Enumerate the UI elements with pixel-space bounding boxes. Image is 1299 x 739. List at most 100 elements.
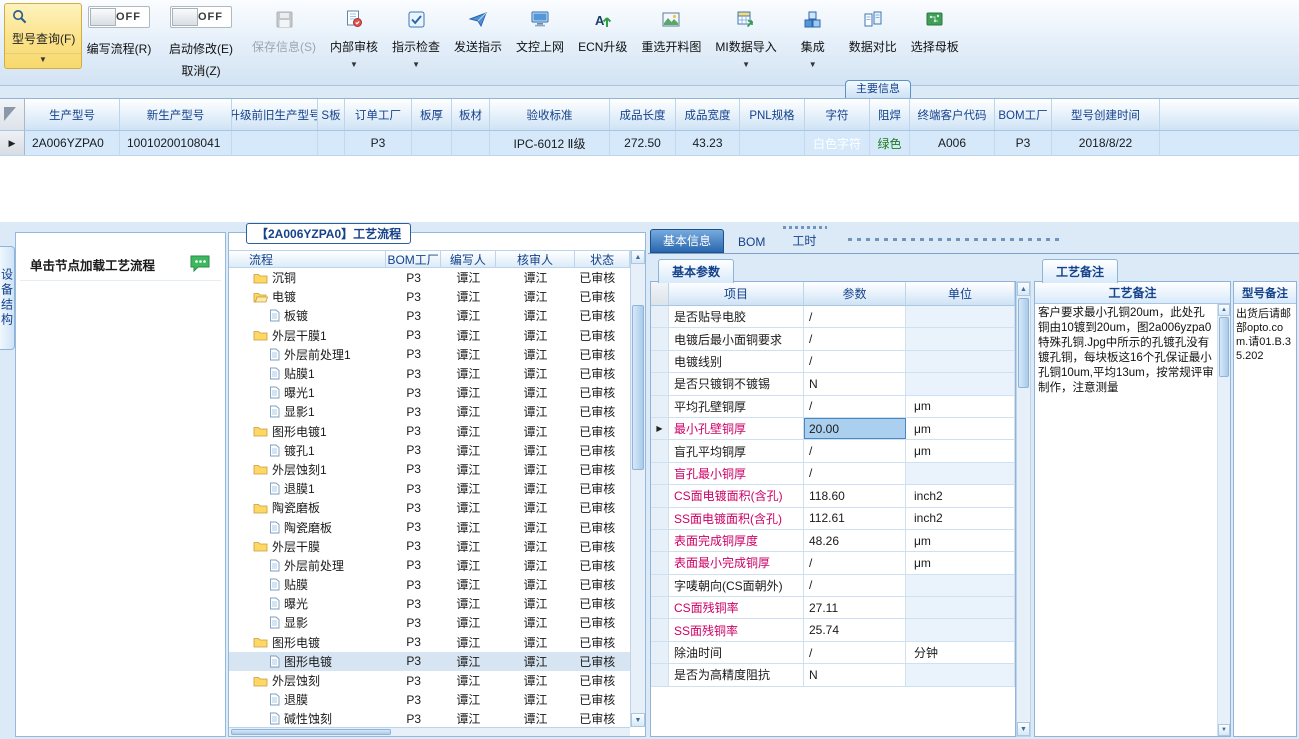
grid-column-header[interactable]: 阻焊 (870, 99, 910, 130)
param-value-cell[interactable]: / (804, 574, 906, 597)
param-row[interactable]: SS面电镀面积(含孔) 112.61 inch2 (651, 507, 1015, 530)
flow-column-header[interactable]: 编写人 (441, 251, 496, 267)
param-row-selector[interactable] (651, 507, 669, 529)
grid-cell[interactable]: 绿色 (870, 131, 910, 155)
scroll-down-icon[interactable]: ▼ (1017, 722, 1030, 736)
toolbar-button-1[interactable]: 保存信息(S) (245, 0, 323, 55)
flow-tree-row[interactable]: 陶瓷磨板 P3 谭江 谭江 已审核 (229, 498, 630, 517)
grid-column-header[interactable]: 成品宽度 (676, 99, 740, 130)
flow-tree-node[interactable]: 图形电镀 (229, 653, 386, 670)
cancel-label[interactable]: 取消(Z) (162, 62, 240, 79)
flow-tree-row[interactable]: 显影 P3 谭江 谭江 已审核 (229, 613, 630, 632)
param-row[interactable]: SS面残铜率 25.74 (651, 619, 1015, 642)
param-value-cell[interactable]: 27.11 (804, 597, 906, 619)
param-row-selector[interactable] (651, 440, 669, 462)
params-column-header[interactable]: 项目 (669, 282, 804, 305)
scrollbar-thumb[interactable] (1018, 298, 1029, 388)
flow-tree-row[interactable]: 显影1 P3 谭江 谭江 已审核 (229, 402, 630, 421)
grid-column-header[interactable]: 成品长度 (610, 99, 676, 130)
grid-cell[interactable] (232, 131, 318, 155)
param-value-cell[interactable]: / (804, 306, 906, 328)
param-value-cell[interactable]: 112.61 (804, 507, 906, 529)
scroll-down-icon[interactable]: ▼ (631, 713, 645, 727)
flow-tree-node[interactable]: 外层前处理 (229, 557, 386, 574)
flow-tree-row[interactable]: 贴膜 P3 谭江 谭江 已审核 (229, 575, 630, 594)
flow-tree-row[interactable]: 沉铜 P3 谭江 谭江 已审核 (229, 268, 630, 287)
flow-tree-node[interactable]: 曝光 (229, 595, 386, 612)
param-row-selector[interactable] (651, 328, 669, 350)
param-row[interactable]: 表面完成铜厚度 48.26 μm (651, 529, 1015, 553)
param-row[interactable]: CS面电镀面积(含孔) 118.60 inch2 (651, 485, 1015, 508)
param-row[interactable]: 字唛朝向(CS面朝外) / (651, 574, 1015, 598)
model-query-button[interactable]: 型号查询(F) ▼ (4, 3, 82, 69)
flow-tree-node[interactable]: 外层蚀刻1 (229, 461, 386, 478)
flow-vertical-scrollbar[interactable]: ▲ ▼ (630, 250, 645, 727)
toolbar-button-8[interactable]: MI数据导入 ▼ (708, 0, 783, 69)
flow-tree-node[interactable]: 板镀 (229, 307, 386, 324)
flow-tree-node[interactable]: 外层干膜 (229, 538, 386, 555)
grid-column-header[interactable]: 升级前旧生产型号 (232, 99, 318, 130)
param-row[interactable]: ▶ 最小孔壁铜厚 20.00 μm (651, 417, 1015, 441)
grid-row-selector[interactable]: ▶ (0, 131, 25, 155)
tab-basic-params[interactable]: 基本参数 (658, 259, 735, 283)
flow-tree-node[interactable]: 电镀 (229, 288, 386, 305)
param-row[interactable]: 是否只镀铜不镀锡 N (651, 373, 1015, 396)
param-value-cell[interactable]: 48.26 (804, 529, 906, 552)
param-row-selector[interactable] (651, 597, 669, 619)
param-row[interactable]: 平均孔壁铜厚 / μm (651, 395, 1015, 418)
param-row-selector[interactable] (651, 529, 669, 552)
flow-tree-node[interactable]: 退膜 (229, 691, 386, 708)
toolbar-button-5[interactable]: 文控上网 (509, 0, 571, 55)
flow-tree-row[interactable]: 碱性蚀刻 P3 谭江 谭江 已审核 (229, 709, 630, 727)
flow-column-header[interactable]: 核审人 (496, 251, 576, 267)
param-row-selector[interactable] (651, 462, 669, 485)
params-select-all[interactable] (651, 282, 669, 305)
scroll-up-icon[interactable]: ▲ (631, 250, 645, 264)
flow-tree-node[interactable]: 曝光1 (229, 384, 386, 401)
flow-tree-node[interactable]: 沉铜 (229, 269, 386, 286)
write-flow-toggle[interactable]: OFF (88, 6, 150, 28)
grid-cell[interactable]: A006 (910, 131, 995, 155)
model-grid-row[interactable]: ▶ 2A006YZPA0 10010200108041 P3 IPC-6012 Ⅱ级 27… (0, 131, 1299, 156)
grid-column-header[interactable]: 新生产型号 (120, 99, 232, 130)
grid-cell[interactable]: P3 (995, 131, 1052, 155)
param-row-selector[interactable] (651, 552, 669, 574)
param-value-cell[interactable]: / (804, 395, 906, 417)
grid-cell[interactable] (740, 131, 805, 155)
grid-cell[interactable]: 2018/8/22 (1052, 131, 1160, 155)
param-row-selector[interactable] (651, 485, 669, 507)
scroll-down-icon[interactable]: ▼ (1218, 724, 1230, 736)
flow-tree-node[interactable]: 碱性蚀刻 (229, 710, 386, 727)
chevron-down-icon[interactable]: ▼ (742, 61, 750, 69)
param-row-selector[interactable] (651, 641, 669, 664)
grid-column-header[interactable]: 板厚 (412, 99, 452, 130)
flow-tree-node[interactable]: 外层干膜1 (229, 327, 386, 344)
chevron-down-icon[interactable]: ▼ (350, 61, 358, 69)
param-row[interactable]: 表面最小完成铜厚 / μm (651, 552, 1015, 575)
param-value-cell[interactable]: 118.60 (804, 485, 906, 507)
flow-tree-row[interactable]: 外层蚀刻1 P3 谭江 谭江 已审核 (229, 460, 630, 479)
flow-tree-row[interactable]: 图形电镀 P3 谭江 谭江 已审核 (229, 651, 630, 671)
params-column-header[interactable]: 参数 (804, 282, 906, 305)
flow-tree-row[interactable]: 贴膜1 P3 谭江 谭江 已审核 (229, 364, 630, 383)
param-row[interactable]: 是否贴导电胶 / (651, 306, 1015, 329)
process-remark-text[interactable]: 客户要求最小孔铜20um，此处孔铜由10镀到20um，图2a006yzpa0特殊… (1038, 306, 1215, 734)
param-row-selector[interactable] (651, 619, 669, 641)
tab-work-hours[interactable]: 工时 (779, 229, 829, 253)
flow-tree-row[interactable]: 电镀 P3 谭江 谭江 已审核 (229, 287, 630, 306)
model-remark-text[interactable]: 出货后请邮部opto.com.请01.B.35.202 (1234, 304, 1296, 366)
flow-tree-row[interactable]: 外层干膜1 P3 谭江 谭江 已审核 (229, 326, 630, 345)
param-value-cell[interactable]: / (804, 552, 906, 574)
grid-cell[interactable]: 白色字符 (805, 131, 870, 155)
flow-tree-node[interactable]: 贴膜1 (229, 365, 386, 382)
flow-tree-row[interactable]: 外层干膜 P3 谭江 谭江 已审核 (229, 537, 630, 556)
param-value-cell[interactable]: / (804, 328, 906, 350)
param-value-cell[interactable]: N (804, 373, 906, 395)
tab-process-remark[interactable]: 工艺备注 (1042, 259, 1119, 283)
flow-tree-row[interactable]: 板镀 P3 谭江 谭江 已审核 (229, 306, 630, 325)
flow-tree-row[interactable]: 图形电镀 P3 谭江 谭江 已审核 (229, 633, 630, 652)
params-column-header[interactable]: 单位 (906, 282, 1015, 305)
grid-cell[interactable]: 272.50 (610, 131, 676, 155)
grid-column-header[interactable]: 生产型号 (25, 99, 120, 130)
param-value-cell[interactable]: 25.74 (804, 619, 906, 641)
